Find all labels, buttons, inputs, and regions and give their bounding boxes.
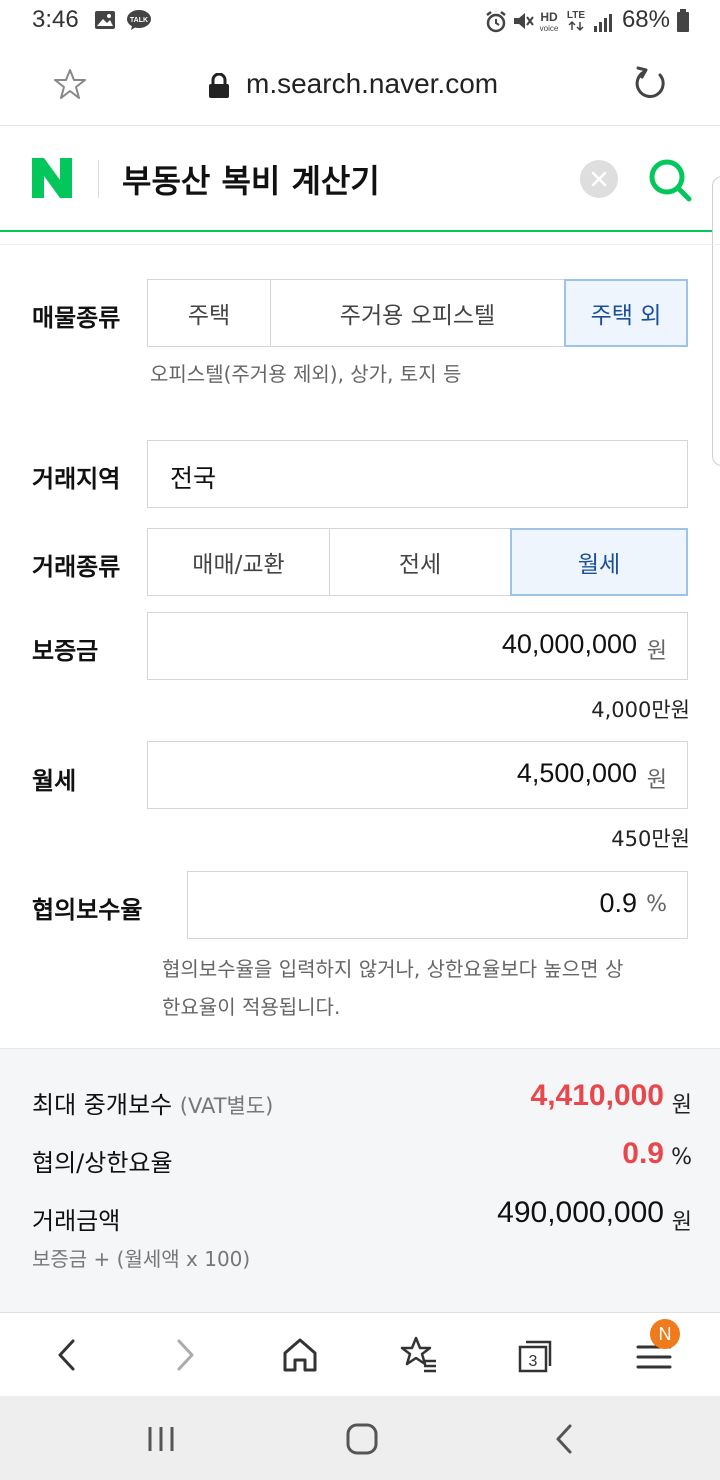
- monthly-rent-label: 월세: [32, 767, 77, 795]
- deposit-label: 보증금: [32, 637, 99, 665]
- rate-value: 0.9: [622, 1137, 664, 1170]
- svg-text:voice: voice: [540, 24, 559, 33]
- agreed-rate-label: 협의보수율: [32, 896, 143, 924]
- deal-amount-label: 거래금액: [32, 1207, 121, 1235]
- agreed-rate-hint-line2: 한요율이 적용됩니다.: [162, 995, 341, 1019]
- deal-type-selector: 매매/교환 전세 월세: [147, 528, 688, 596]
- max-fee-unit: 원: [671, 1093, 692, 1118]
- deal-amount-formula: 보증금 + (월세액 x 100): [32, 1247, 251, 1271]
- kakaotalk-notification-icon: TALK: [127, 10, 151, 30]
- tabs-count: 3: [529, 1353, 538, 1370]
- browser-toolbar: 3 N: [0, 1312, 720, 1396]
- property-type-label: 매물종류: [32, 304, 121, 332]
- naver-logo[interactable]: [30, 156, 74, 200]
- svg-text:TALK: TALK: [130, 17, 148, 24]
- property-type-other[interactable]: 주택 외: [564, 279, 688, 347]
- deposit-unit: 원: [646, 639, 667, 664]
- gallery-notification-icon: [95, 11, 115, 29]
- agreed-rate-hint-line1: 협의보수율을 입력하지 않거나, 상한요율보다 높으면 상: [162, 957, 624, 981]
- agreed-rate-unit: %: [646, 892, 667, 917]
- svg-text:HD: HD: [540, 10, 558, 24]
- deal-type-label: 거래종류: [32, 553, 121, 581]
- monthly-rent-sub-amount: 450만원: [611, 827, 690, 851]
- signal-icon: [594, 14, 612, 32]
- rate-unit: %: [671, 1145, 692, 1170]
- region-select[interactable]: 전국: [147, 440, 688, 508]
- back-icon[interactable]: [46, 1333, 90, 1377]
- max-fee-vat-note: (VAT별도): [179, 1094, 274, 1118]
- alarm-icon: [486, 11, 506, 33]
- deal-type-jeonse[interactable]: 전세: [330, 529, 511, 595]
- results-panel: 최대 중개보수 (VAT별도) 4,410,000 원 협의/상한요율 0.9 …: [0, 1048, 720, 1312]
- svg-text:LTE: LTE: [567, 10, 585, 21]
- search-icon[interactable]: [646, 156, 694, 204]
- reload-icon[interactable]: [630, 64, 670, 104]
- edge-panel-handle[interactable]: [712, 176, 720, 466]
- menu-new-badge: N: [650, 1319, 680, 1349]
- monthly-rent-value: 4,500,000: [516, 758, 637, 788]
- monthly-rent-unit: 원: [646, 768, 667, 793]
- max-fee-label: 최대 중개보수 (VAT별도): [32, 1085, 273, 1120]
- home-button-icon[interactable]: [345, 1422, 379, 1456]
- monthly-rent-input[interactable]: 4,500,000 원: [147, 741, 688, 809]
- search-header: 부동산 복비 계산기: [0, 126, 720, 232]
- status-bar: 3:46 TALK HD voice LTE 68%: [0, 0, 720, 44]
- deal-amount-value: 490,000,000: [497, 1196, 664, 1229]
- battery-percentage: 68%: [621, 6, 670, 33]
- system-back-icon[interactable]: [548, 1422, 582, 1456]
- bookmark-star-icon[interactable]: [52, 66, 88, 102]
- hd-voice-icon: HD voice: [540, 10, 559, 33]
- property-type-selector: 주택 주거용 오피스텔 주택 외: [147, 279, 688, 347]
- tabs-icon[interactable]: 3: [514, 1333, 558, 1377]
- system-navigation-bar: [0, 1396, 720, 1480]
- url-text[interactable]: m.search.naver.com: [246, 68, 498, 100]
- mute-icon: [514, 13, 534, 29]
- status-time: 3:46: [32, 6, 79, 33]
- home-icon[interactable]: [278, 1333, 322, 1377]
- lock-icon: [209, 73, 229, 98]
- agreed-rate-value: 0.9: [599, 888, 637, 918]
- deal-type-sale[interactable]: 매매/교환: [148, 529, 330, 595]
- property-type-officetel[interactable]: 주거용 오피스텔: [271, 280, 565, 346]
- browser-address-bar[interactable]: m.search.naver.com: [0, 44, 720, 126]
- property-type-hint: 오피스텔(주거용 제외), 상가, 토지 등: [150, 362, 462, 386]
- region-label: 거래지역: [32, 465, 121, 493]
- max-fee-label-text: 최대 중개보수: [32, 1091, 173, 1119]
- deposit-value: 40,000,000: [501, 629, 637, 659]
- battery-icon: [677, 9, 689, 32]
- deal-type-monthly[interactable]: 월세: [510, 528, 688, 596]
- clear-search-button[interactable]: [580, 160, 618, 198]
- max-fee-value: 4,410,000: [530, 1079, 664, 1112]
- bookmarks-icon[interactable]: [396, 1333, 440, 1377]
- close-icon: [591, 171, 607, 187]
- agreed-rate-input[interactable]: 0.9 %: [187, 871, 688, 939]
- forward-icon[interactable]: [162, 1333, 206, 1377]
- deal-amount-unit: 원: [671, 1210, 692, 1235]
- deposit-sub-amount: 4,000만원: [591, 698, 690, 722]
- search-query-input[interactable]: 부동산 복비 계산기: [122, 156, 380, 202]
- deposit-input[interactable]: 40,000,000 원: [147, 612, 688, 680]
- property-type-house[interactable]: 주택: [148, 280, 271, 346]
- section-divider: [0, 244, 720, 245]
- search-divider: [98, 160, 99, 198]
- region-value: 전국: [170, 464, 217, 493]
- recent-apps-icon[interactable]: [144, 1422, 178, 1456]
- rate-label: 협의/상한요율: [32, 1149, 173, 1177]
- lte-icon: LTE: [567, 10, 585, 32]
